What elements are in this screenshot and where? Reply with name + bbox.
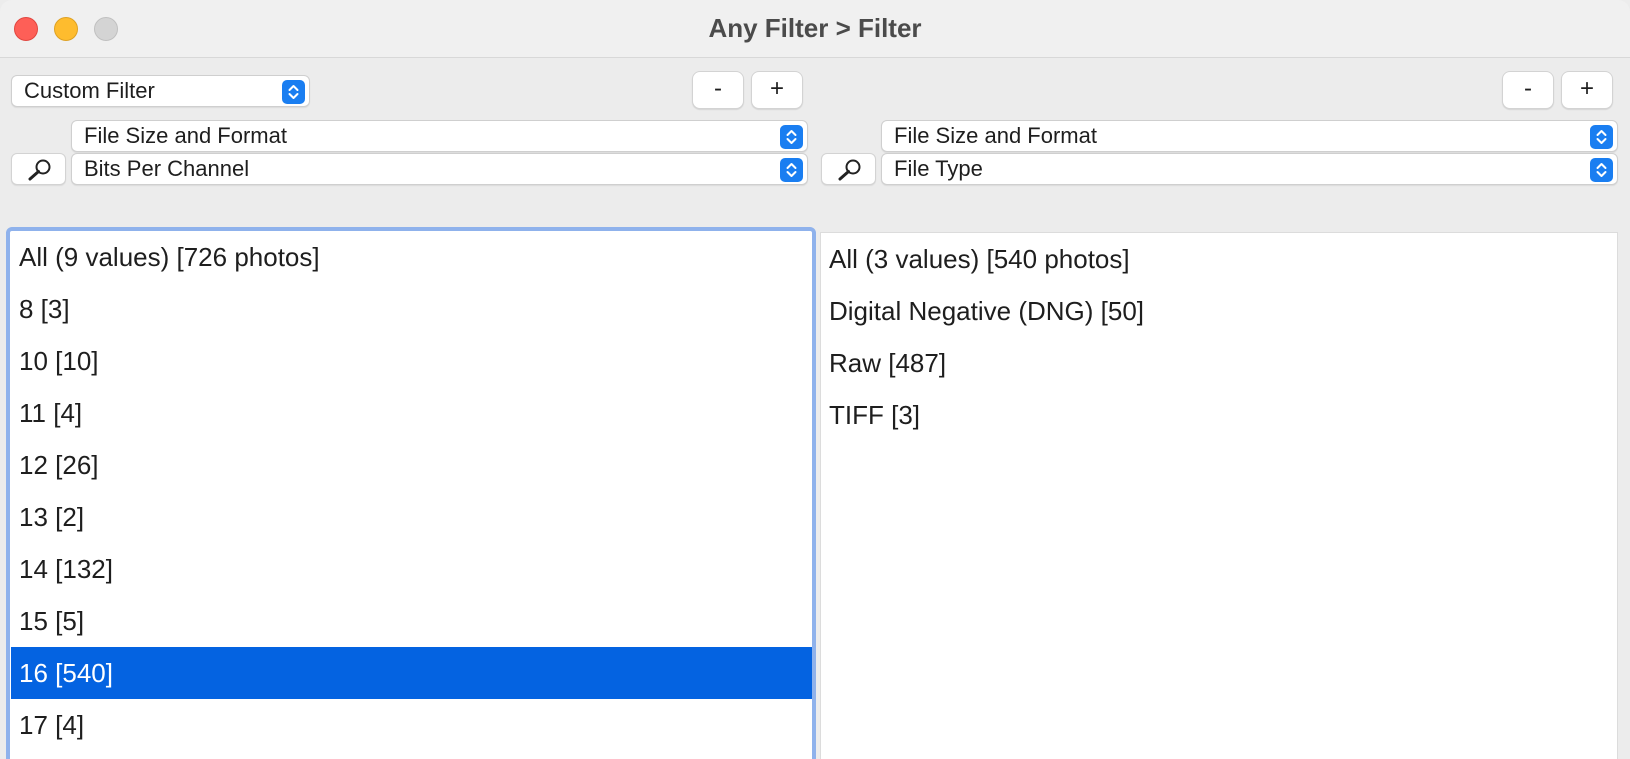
- right-remove-button[interactable]: -: [1502, 71, 1554, 109]
- popup-stepper-icon: [282, 80, 305, 104]
- list-item[interactable]: TIFF [3]: [821, 389, 1617, 441]
- list-item[interactable]: All (9 values) [726 photos]: [11, 231, 812, 283]
- filter-window: Any Filter > Filter Custom Filter - + Fi…: [0, 0, 1630, 759]
- right-category-popup[interactable]: File Size and Format: [881, 120, 1618, 152]
- list-item[interactable]: 10 [10]: [11, 335, 812, 387]
- list-item[interactable]: 17 [4]: [11, 699, 812, 751]
- list-item[interactable]: 14 [132]: [11, 543, 812, 595]
- filter-type-popup[interactable]: Custom Filter: [11, 75, 310, 107]
- list-item[interactable]: Raw [487]: [821, 337, 1617, 389]
- right-attribute-label: File Type: [894, 156, 983, 181]
- list-item[interactable]: 15 [5]: [11, 595, 812, 647]
- filter-type-label: Custom Filter: [24, 78, 155, 103]
- popup-stepper-icon: [780, 125, 803, 149]
- list-item[interactable]: 8 [3]: [11, 283, 812, 335]
- right-add-button[interactable]: +: [1561, 71, 1613, 109]
- popup-stepper-icon: [780, 158, 803, 182]
- right-values-list[interactable]: All (3 values) [540 photos] Digital Nega…: [820, 232, 1618, 759]
- list-item[interactable]: 12 [26]: [11, 439, 812, 491]
- window-title: Any Filter > Filter: [708, 13, 922, 43]
- left-category-popup[interactable]: File Size and Format: [71, 120, 808, 152]
- search-icon: [838, 159, 861, 181]
- popup-stepper-icon: [1590, 125, 1613, 149]
- list-item[interactable]: Digital Negative (DNG) [50]: [821, 285, 1617, 337]
- list-item[interactable]: 11 [4]: [11, 387, 812, 439]
- left-category-label: File Size and Format: [84, 123, 287, 148]
- left-add-button[interactable]: +: [751, 71, 803, 109]
- popup-stepper-icon: [1590, 158, 1613, 182]
- list-item-selected[interactable]: 16 [540]: [11, 647, 812, 699]
- list-item[interactable]: All (3 values) [540 photos]: [821, 233, 1617, 285]
- left-attribute-popup[interactable]: Bits Per Channel: [71, 153, 808, 185]
- left-search-button[interactable]: [11, 153, 66, 185]
- right-attribute-popup[interactable]: File Type: [881, 153, 1618, 185]
- left-values-list[interactable]: All (9 values) [726 photos] 8 [3] 10 [10…: [6, 227, 816, 759]
- left-remove-button[interactable]: -: [692, 71, 744, 109]
- right-search-button[interactable]: [821, 153, 876, 185]
- search-icon: [28, 159, 51, 181]
- left-attribute-label: Bits Per Channel: [84, 156, 250, 181]
- right-category-label: File Size and Format: [894, 123, 1097, 148]
- list-item[interactable]: 13 [2]: [11, 491, 812, 543]
- title-bar: Any Filter > Filter: [0, 0, 1630, 58]
